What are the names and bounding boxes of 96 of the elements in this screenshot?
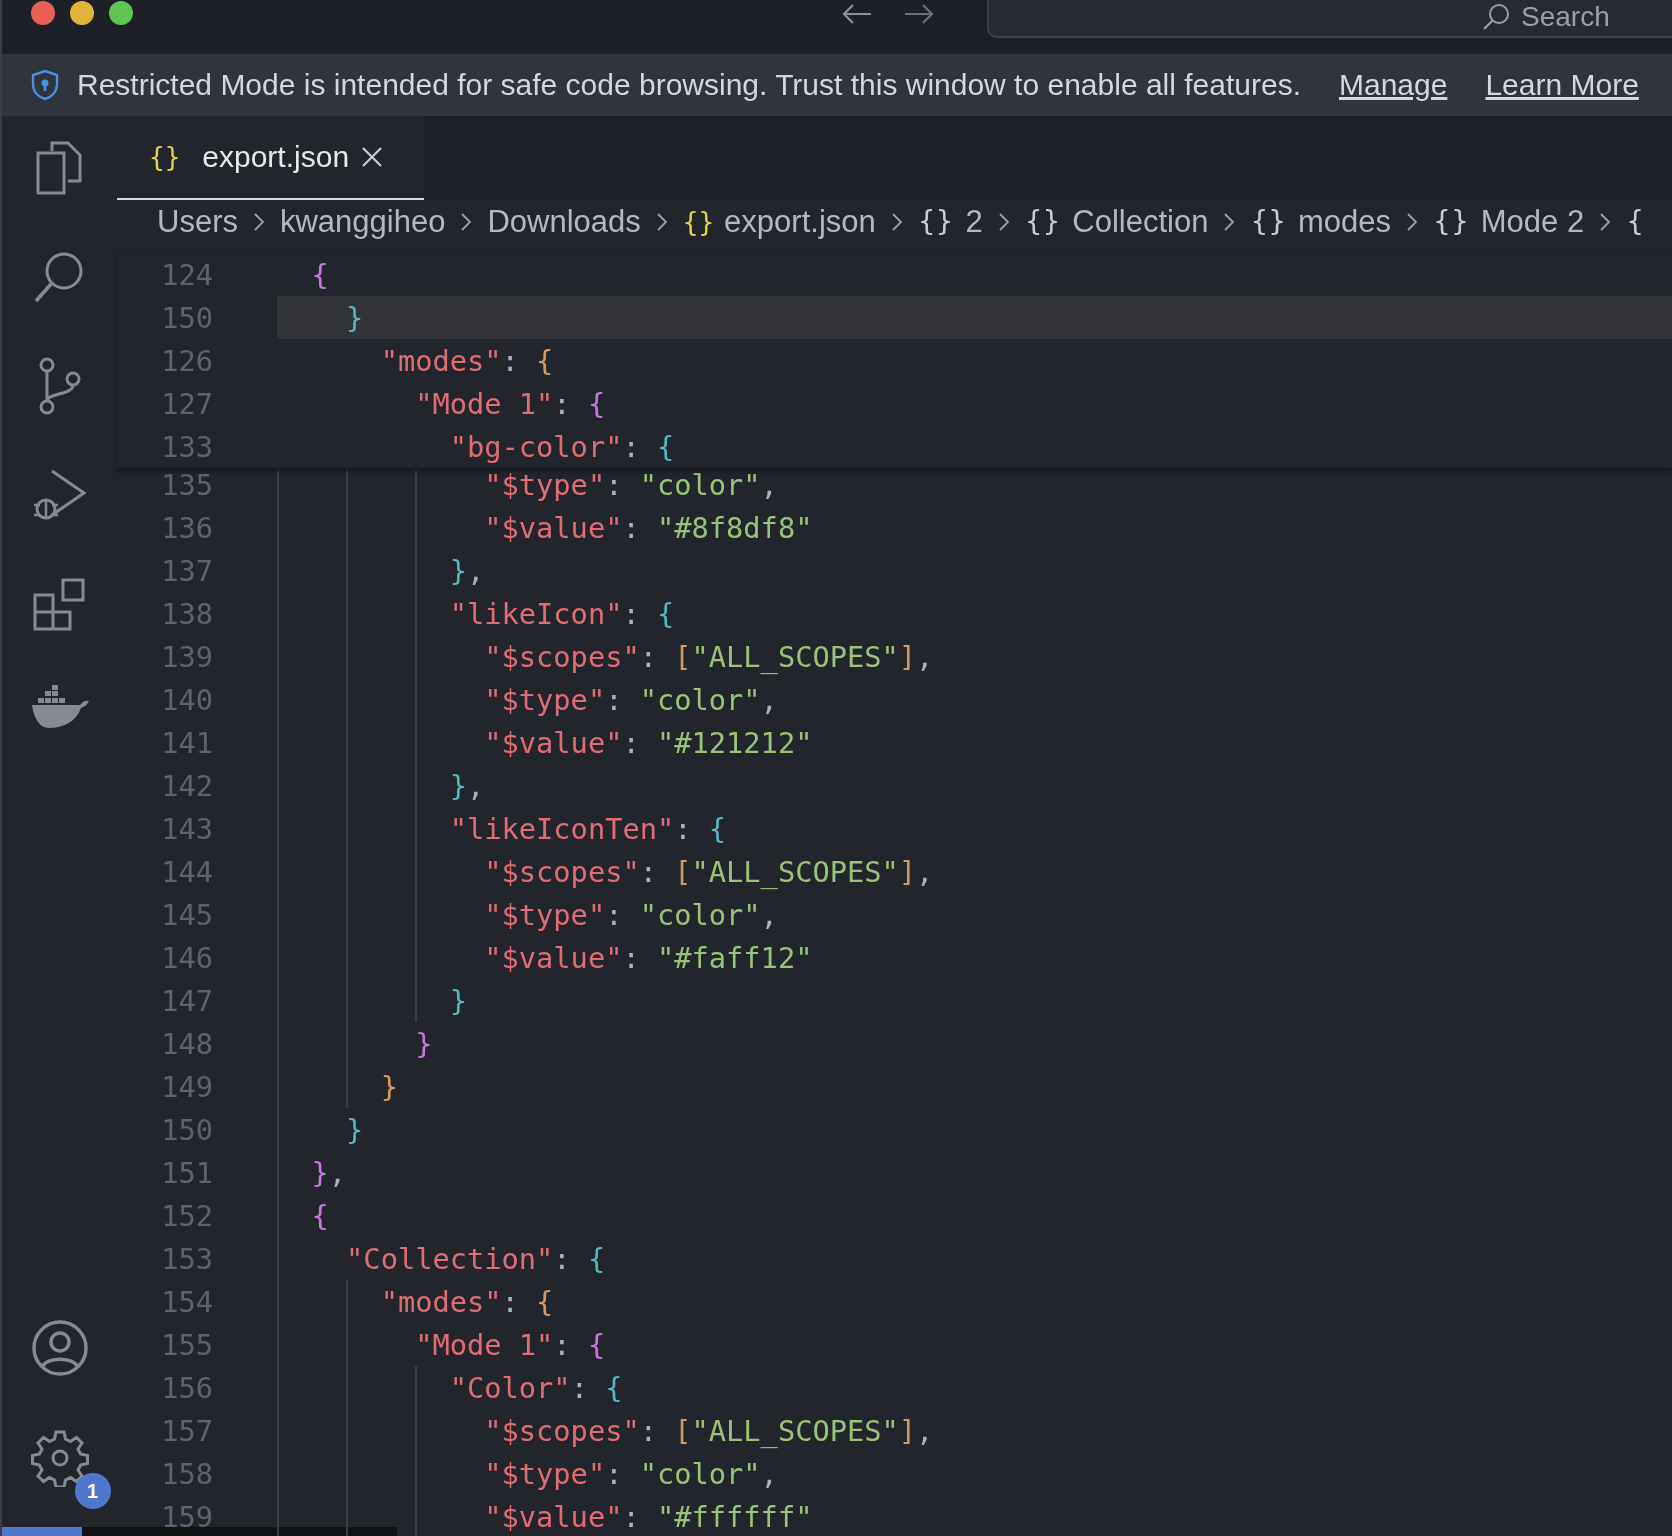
breadcrumb-item[interactable]: {} modes (1250, 203, 1392, 240)
line-number: 141 (160, 725, 213, 760)
code-line: "$value": "#ffffff" (483, 1499, 813, 1534)
code-line: } (414, 1026, 433, 1061)
close-icon[interactable] (361, 146, 384, 168)
code-line: "$scopes": ["ALL_SCOPES"], (483, 639, 934, 674)
editor-tab[interactable]: {} export.json (117, 116, 424, 200)
code-line: }, (310, 1155, 347, 1190)
breadcrumb-item[interactable]: Users (157, 203, 238, 240)
chevron-icon (655, 211, 668, 232)
chevron-icon (890, 211, 903, 232)
line-number: 153 (160, 1241, 213, 1276)
code-line: { (310, 1198, 329, 1233)
code-line: "$type": "color", (483, 682, 778, 717)
minimize-window-icon[interactable] (70, 1, 94, 25)
line-number: 124 (160, 257, 213, 292)
code-line: } (345, 1112, 364, 1147)
whale-icon[interactable] (29, 685, 90, 729)
banner-message: Restricted Mode is intended for safe code browsing. Trust this window to enable all features. (77, 68, 1301, 102)
line-number: 143 (160, 811, 213, 846)
breadcrumb-item[interactable]: kwanggiheo (279, 203, 446, 240)
code-line: "likeIcon": { (448, 596, 675, 631)
code-line: } (345, 300, 364, 335)
code-line: }, (448, 553, 485, 588)
code-line: "Mode 1": { (414, 386, 606, 421)
code-line: } (448, 983, 467, 1018)
line-number: 136 (160, 510, 213, 545)
code-line: "likeIconTen": { (448, 811, 727, 846)
breadcrumb-item[interactable]: {} Collection (1024, 203, 1209, 240)
breadcrumb-item[interactable]: {} 2 (917, 203, 983, 240)
code-line: "$value": "#121212" (483, 725, 813, 760)
line-number: 144 (160, 854, 213, 889)
line-number: 138 (160, 596, 213, 631)
line-number: 135 (160, 467, 213, 502)
horizontal-scrollbar[interactable] (82, 1527, 397, 1536)
line-number: 150 (160, 1112, 213, 1147)
code-line: "Color": { (448, 1370, 623, 1405)
line-number: 142 (160, 768, 213, 803)
code-line: "$type": "color", (483, 1456, 778, 1491)
line-number: 149 (160, 1069, 213, 1104)
line-number: 152 (160, 1198, 213, 1233)
code-line: }, (448, 768, 485, 803)
line-number: 148 (160, 1026, 213, 1061)
account-icon[interactable] (30, 1319, 89, 1377)
line-number: 145 (160, 897, 213, 932)
code-line: "$value": "#8f8df8" (483, 510, 813, 545)
back-arrow-icon[interactable] (841, 2, 873, 26)
code-line: "Mode 1": { (414, 1327, 606, 1362)
zoom-window-icon[interactable] (109, 1, 133, 25)
code-line: "Collection": { (345, 1241, 606, 1276)
banner-link[interactable]: Learn More (1485, 68, 1639, 102)
breadcrumb-item[interactable]: {} Mode 2 (1433, 203, 1585, 240)
line-number: 147 (160, 983, 213, 1018)
breadcrumb-item[interactable]: { (1626, 205, 1656, 238)
chevron-icon (1223, 211, 1236, 232)
breadcrumb-item[interactable]: {} export.json (682, 203, 876, 240)
settings-icon[interactable] (30, 1429, 89, 1487)
line-number: 137 (160, 553, 213, 588)
chevron-icon (460, 211, 473, 232)
code-line: "$scopes": ["ALL_SCOPES"], (483, 1413, 934, 1448)
code-line: "modes": { (379, 343, 554, 378)
chevron-icon (1599, 211, 1612, 232)
code-line: "$type": "color", (483, 897, 778, 932)
line-number: 158 (160, 1456, 213, 1491)
chevron-icon (252, 211, 265, 232)
code-line: { (310, 257, 329, 292)
line-number: 155 (160, 1327, 213, 1362)
line-number: 157 (160, 1413, 213, 1448)
line-number: 139 (160, 639, 213, 674)
line-number: 150 (160, 300, 213, 335)
forward-arrow-icon[interactable] (903, 2, 935, 26)
code-line: "$scopes": ["ALL_SCOPES"], (483, 854, 934, 889)
chevron-icon (997, 211, 1010, 232)
line-number: 140 (160, 682, 213, 717)
chevron-icon (1406, 211, 1419, 232)
close-window-icon[interactable] (31, 1, 55, 25)
banner-link[interactable]: Manage (1339, 68, 1448, 102)
line-number: 146 (160, 940, 213, 975)
line-number: 156 (160, 1370, 213, 1405)
line-number: 127 (160, 386, 213, 421)
search-icon (1481, 2, 1511, 32)
line-number: 159 (160, 1499, 213, 1534)
line-number: 133 (160, 429, 213, 464)
breadcrumb-item[interactable]: Downloads (487, 203, 641, 240)
code-line: "$value": "#faff12" (483, 940, 813, 975)
shield-icon (30, 69, 60, 101)
line-number: 126 (160, 343, 213, 378)
notification-badge: 1 (74, 1473, 111, 1509)
code-line: } (379, 1069, 398, 1104)
extensions-icon[interactable] (31, 577, 88, 633)
code-line: "bg-color": { (448, 429, 675, 464)
code-line: "modes": { (379, 1284, 554, 1319)
search-field[interactable]: Search (987, 0, 1672, 38)
code-line: "$type": "color", (483, 467, 778, 502)
line-number: 151 (160, 1155, 213, 1190)
line-number: 154 (160, 1284, 213, 1319)
